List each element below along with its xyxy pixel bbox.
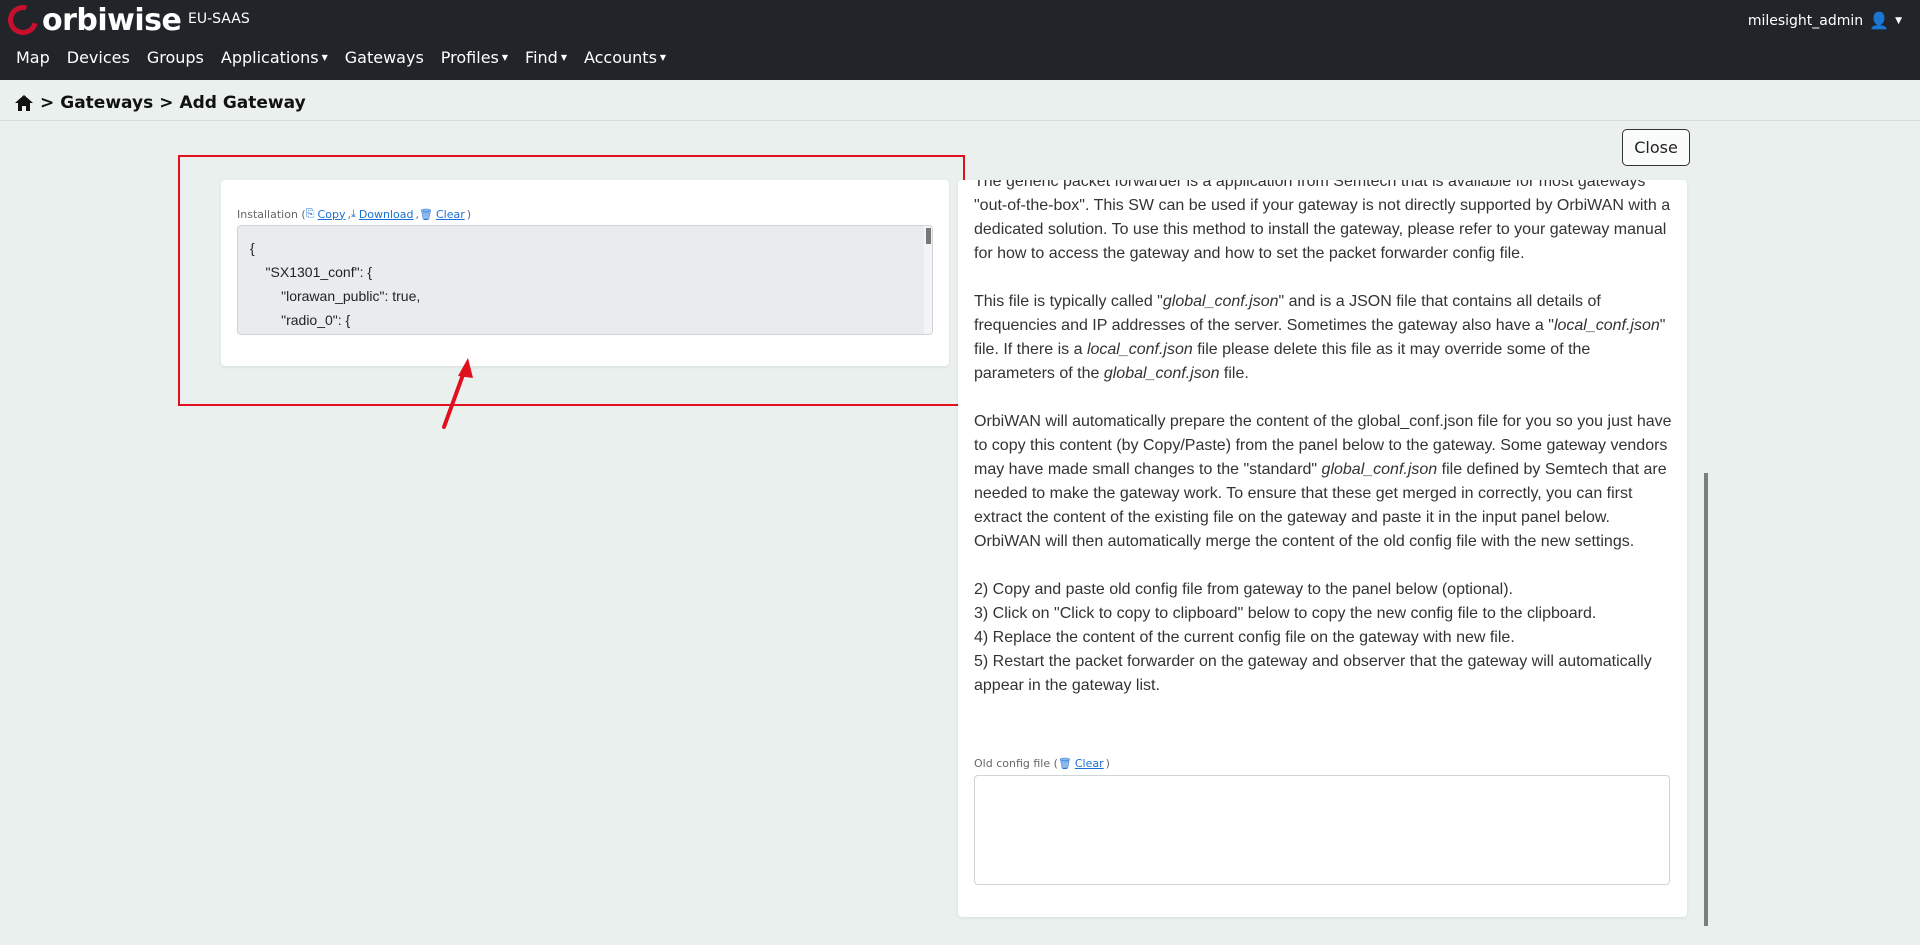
logo-text: orbiwise (42, 2, 182, 38)
breadcrumb-gateways[interactable]: Gateways (60, 93, 153, 113)
username: milesight_admin (1747, 12, 1864, 29)
main-nav: Map Devices Groups Applications ▼ Gateway… (16, 48, 683, 67)
nav-label: Profiles (440, 48, 499, 67)
breadcrumb-separator: > (40, 93, 55, 113)
trash-icon: 🗑 (419, 207, 433, 221)
old-config-textarea[interactable] (974, 775, 1670, 885)
home-icon[interactable] (14, 94, 34, 112)
old-config-label: Old config file (974, 757, 1051, 770)
installation-card: Installation ( ⎘ Copy, ⤓ Download, 🗑 Clear)… (221, 180, 949, 366)
filename: global_conf.json (1162, 293, 1279, 310)
breadcrumb-add-gateway: Add Gateway (179, 93, 306, 113)
nav-label: Devices (66, 48, 130, 67)
code-line: { (250, 240, 255, 256)
nav-label: Accounts (583, 48, 657, 67)
filename: local_conf.json (1553, 317, 1660, 334)
nav-label: Gateways (344, 48, 424, 67)
chevron-down-icon: ▼ (1895, 15, 1902, 26)
nav-item-profiles[interactable]: Profiles ▼ (441, 48, 508, 67)
close-button[interactable]: Close (1622, 129, 1690, 166)
instructions-para-3: OrbiWAN will automatically prepare the c… (974, 410, 1674, 554)
tenant-label: EU-SAAS (188, 11, 250, 27)
filename: global_conf.json (1103, 365, 1220, 382)
code-line: "SX1301_conf": { (250, 264, 373, 280)
text: file. (1219, 365, 1249, 382)
instructions-card: The generic packet forwarder is a applic… (958, 180, 1687, 917)
nav-label: Applications (220, 48, 319, 67)
nav-item-accounts[interactable]: Accounts ▼ (584, 48, 666, 67)
filename: local_conf.json (1086, 341, 1193, 358)
chevron-down-icon: ▼ (560, 53, 567, 62)
nav-label: Find (525, 48, 558, 67)
logo-mark-icon (2, 0, 44, 41)
chevron-down-icon: ▼ (659, 53, 667, 62)
instruction-step: 2) Copy and paste old config file from g… (974, 581, 1513, 598)
user-menu[interactable]: milesight_admin 👤 ▼ (1748, 11, 1902, 30)
instructions-text: The generic packet forwarder is a applic… (974, 180, 1674, 698)
nav-label: Groups (146, 48, 204, 67)
header-divider (0, 120, 1920, 121)
download-icon: ⤓ (350, 207, 356, 220)
instructions-para-1: The generic packet forwarder is a applic… (974, 180, 1671, 262)
chevron-down-icon: ▼ (321, 53, 328, 62)
instruction-step: 5) Restart the packet forwarder on the g… (974, 653, 1652, 694)
code-scroll-thumb[interactable] (926, 228, 931, 244)
download-link[interactable]: Download (359, 208, 414, 221)
filename: global_conf.json (1321, 461, 1438, 478)
code-line: "radio_0": { (250, 312, 351, 328)
clear-link[interactable]: Clear (436, 208, 465, 221)
code-scrollbar[interactable] (924, 226, 932, 334)
nav-item-devices[interactable]: Devices (67, 48, 130, 67)
user-cog-icon: 👤 (1869, 11, 1890, 30)
nav-label: Map (16, 48, 50, 67)
installation-label: Installation (237, 207, 298, 221)
instruction-step: 3) Click on "Click to copy to clipboard"… (974, 605, 1597, 622)
chevron-down-icon: ▼ (501, 53, 509, 62)
breadcrumb-separator: > (159, 93, 174, 113)
nav-item-find[interactable]: Find ▼ (525, 48, 567, 67)
instructions-para-2: This file is typically called "global_co… (974, 290, 1674, 386)
nav-item-gateways[interactable]: Gateways (345, 48, 424, 67)
old-config-label-row: Old config file ( 🗑 Clear) (974, 757, 1110, 770)
top-navbar: orbiwise EU-SAAS milesight_admin 👤 ▼ Map… (0, 0, 1920, 80)
page-scrollbar-thumb[interactable] (1704, 473, 1708, 926)
old-config-clear-link[interactable]: Clear (1075, 757, 1104, 770)
text: This file is typically called " (974, 293, 1163, 310)
red-arrow-annotation (442, 358, 473, 429)
copy-link[interactable]: Copy (318, 208, 346, 221)
nav-item-map[interactable]: Map (16, 48, 50, 67)
orbiwise-logo[interactable]: orbiwise (2, 0, 182, 41)
code-line: "lorawan_public": true, (250, 288, 421, 304)
nav-item-groups[interactable]: Groups (147, 48, 204, 67)
installation-label-row: Installation ( ⎘ Copy, ⤓ Download, 🗑 Clear) (237, 207, 472, 221)
instruction-step: 4) Replace the content of the current co… (974, 629, 1515, 646)
installation-code-textarea[interactable]: { "SX1301_conf": { "lorawan_public": tru… (237, 225, 933, 335)
trash-icon: 🗑 (1057, 757, 1072, 770)
nav-item-applications[interactable]: Applications ▼ (221, 48, 328, 67)
breadcrumb: > Gateways > Add Gateway (14, 93, 306, 113)
copy-icon: ⎘ (305, 207, 315, 220)
